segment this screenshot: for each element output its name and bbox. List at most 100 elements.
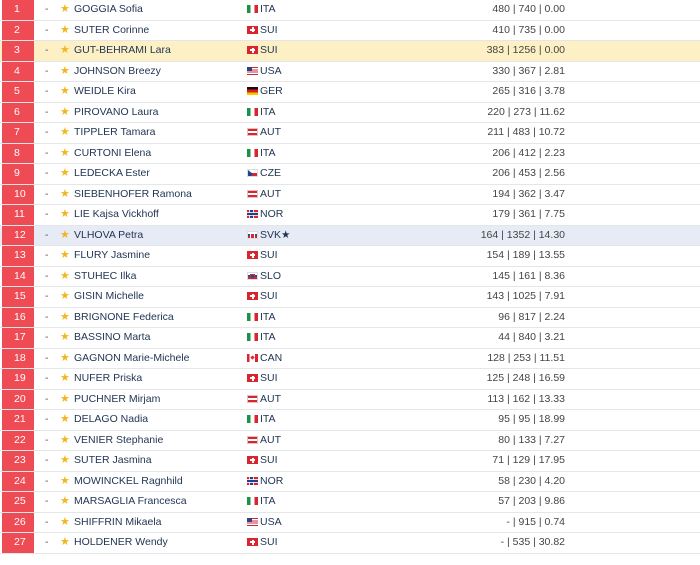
table-row[interactable]: 21 - ★ DELAGO Nadia ITA 95 | 95 | 18.99	[0, 410, 700, 431]
star-icon[interactable]: ★	[60, 103, 70, 123]
rank-badge: 16	[2, 307, 34, 327]
rank-change: -	[45, 167, 49, 179]
flag-svk-icon	[247, 230, 258, 239]
athlete-name[interactable]: WEIDLE Kira	[74, 82, 136, 102]
table-row[interactable]: 6 - ★ PIROVANO Laura ITA 220 | 273 | 11.…	[0, 102, 700, 123]
star-icon[interactable]: ★	[60, 205, 70, 225]
table-row[interactable]: 14 - ★ STUHEC Ilka SLO 145 | 161 | 8.36	[0, 266, 700, 287]
table-row[interactable]: 8 - ★ CURTONI Elena ITA 206 | 412 | 2.23	[0, 143, 700, 164]
table-row[interactable]: 19 - ★ NUFER Priska SUI 125 | 248 | 16.5…	[0, 369, 700, 390]
star-icon[interactable]: ★	[60, 41, 70, 61]
athlete-name[interactable]: SUTER Jasmina	[74, 451, 152, 471]
athlete-name[interactable]: MOWINCKEL Ragnhild	[74, 472, 183, 492]
athlete-name[interactable]: SUTER Corinne	[74, 21, 149, 41]
table-row[interactable]: 1 - ★ GOGGIA Sofia ITA 480 | 740 | 0.00	[0, 0, 700, 21]
athlete-name[interactable]: SIEBENHOFER Ramona	[74, 185, 192, 205]
nation-code: SUI	[260, 372, 278, 384]
table-row[interactable]: 3 - ★ GUT-BEHRAMI Lara SUI 383 | 1256 | …	[0, 41, 700, 62]
points-stats: 113 | 162 | 13.33	[487, 392, 565, 405]
points-stats: 58 | 230 | 4.20	[498, 474, 565, 487]
table-row[interactable]: 10 - ★ SIEBENHOFER Ramona AUT 194 | 362 …	[0, 184, 700, 205]
star-icon[interactable]: ★	[60, 82, 70, 102]
star-icon[interactable]: ★	[60, 21, 70, 41]
table-row[interactable]: 20 - ★ PUCHNER Mirjam AUT 113 | 162 | 13…	[0, 389, 700, 410]
star-icon[interactable]: ★	[60, 410, 70, 430]
star-icon[interactable]: ★	[60, 226, 70, 246]
points-stats: - | 915 | 0.74	[506, 515, 565, 528]
star-icon[interactable]: ★	[60, 0, 70, 20]
table-row[interactable]: 2 - ★ SUTER Corinne SUI 410 | 735 | 0.00	[0, 20, 700, 41]
star-icon[interactable]: ★	[60, 287, 70, 307]
table-row[interactable]: 22 - ★ VENIER Stephanie AUT 80 | 133 | 7…	[0, 430, 700, 451]
athlete-name[interactable]: HOLDENER Wendy	[74, 533, 168, 553]
rank-badge: 10	[2, 184, 34, 204]
table-row[interactable]: 17 - ★ BASSINO Marta ITA 44 | 840 | 3.21	[0, 328, 700, 349]
star-icon[interactable]: ★	[60, 369, 70, 389]
star-icon[interactable]: ★	[60, 513, 70, 533]
table-row[interactable]: 27 - ★ HOLDENER Wendy SUI - | 535 | 30.8…	[0, 533, 700, 554]
athlete-name[interactable]: SHIFFRIN Mikaela	[74, 513, 162, 533]
table-row[interactable]: 15 - ★ GISIN Michelle SUI 143 | 1025 | 7…	[0, 287, 700, 308]
flag-usa-icon	[247, 66, 258, 75]
star-icon[interactable]: ★	[60, 144, 70, 164]
star-icon[interactable]: ★	[60, 62, 70, 82]
rank-change: -	[45, 392, 49, 405]
athlete-name[interactable]: GISIN Michelle	[74, 287, 144, 307]
points-stats: 211 | 483 | 10.72	[487, 126, 565, 138]
table-row[interactable]: 5 - ★ WEIDLE Kira GER 265 | 316 | 3.78	[0, 82, 700, 103]
star-icon[interactable]: ★	[60, 267, 70, 287]
star-icon[interactable]: ★	[60, 431, 70, 451]
athlete-name[interactable]: MARSAGLIA Francesca	[74, 492, 187, 512]
athlete-name[interactable]: GAGNON Marie-Michele	[74, 349, 190, 369]
table-row[interactable]: 4 - ★ JOHNSON Breezy USA 330 | 367 | 2.8…	[0, 61, 700, 82]
rank-badge: 26	[2, 512, 34, 532]
athlete-name[interactable]: CURTONI Elena	[74, 144, 151, 164]
athlete-name[interactable]: BRIGNONE Federica	[74, 308, 174, 328]
athlete-name[interactable]: FLURY Jasmine	[74, 246, 150, 266]
star-icon[interactable]: ★	[60, 308, 70, 328]
athlete-name[interactable]: BASSINO Marta	[74, 328, 150, 348]
athlete-name[interactable]: JOHNSON Breezy	[74, 62, 161, 82]
table-row[interactable]: 9 - ★ LEDECKA Ester CZE 206 | 453 | 2.56	[0, 164, 700, 185]
athlete-name[interactable]: LEDECKA Ester	[74, 164, 150, 184]
table-row[interactable]: 11 - ★ LIE Kajsa Vickhoff NOR 179 | 361 …	[0, 205, 700, 226]
star-icon[interactable]: ★	[60, 328, 70, 348]
athlete-name[interactable]: GUT-BEHRAMI Lara	[74, 41, 171, 61]
athlete-name[interactable]: TIPPLER Tamara	[74, 123, 156, 143]
athlete-name[interactable]: DELAGO Nadia	[74, 410, 148, 430]
rank-change: -	[45, 413, 49, 425]
star-icon[interactable]: ★	[60, 123, 70, 143]
table-row[interactable]: 24 - ★ MOWINCKEL Ragnhild NOR 58 | 230 |…	[0, 471, 700, 492]
athlete-name[interactable]: STUHEC Ilka	[74, 267, 136, 287]
star-icon[interactable]: ★	[60, 472, 70, 492]
rank-change: -	[45, 228, 49, 241]
star-icon[interactable]: ★	[60, 390, 70, 410]
table-row[interactable]: 23 - ★ SUTER Jasmina SUI 71 | 129 | 17.9…	[0, 451, 700, 472]
nation-code: ITA	[260, 105, 276, 118]
athlete-name[interactable]: VENIER Stephanie	[74, 431, 163, 451]
table-row[interactable]: 18 - ★ GAGNON Marie-Michele CAN 128 | 25…	[0, 348, 700, 369]
rank-change: -	[45, 105, 49, 118]
athlete-name[interactable]: PIROVANO Laura	[74, 103, 158, 123]
table-row[interactable]: 25 - ★ MARSAGLIA Francesca ITA 57 | 203 …	[0, 492, 700, 513]
star-icon[interactable]: ★	[60, 246, 70, 266]
table-row[interactable]: 12 - ★ VLHOVA Petra SVK★ 164 | 1352 | 14…	[0, 225, 700, 246]
athlete-name[interactable]: LIE Kajsa Vickhoff	[74, 205, 159, 225]
athlete-name[interactable]: NUFER Priska	[74, 369, 142, 389]
table-row[interactable]: 13 - ★ FLURY Jasmine SUI 154 | 189 | 13.…	[0, 246, 700, 267]
star-icon[interactable]: ★	[60, 451, 70, 471]
star-icon[interactable]: ★	[60, 349, 70, 369]
star-icon[interactable]: ★	[60, 185, 70, 205]
points-stats: 206 | 412 | 2.23	[492, 146, 565, 159]
star-icon[interactable]: ★	[60, 164, 70, 184]
athlete-name[interactable]: GOGGIA Sofia	[74, 0, 143, 20]
points-stats: 480 | 740 | 0.00	[492, 3, 565, 15]
table-row[interactable]: 16 - ★ BRIGNONE Federica ITA 96 | 817 | …	[0, 307, 700, 328]
athlete-name[interactable]: PUCHNER Mirjam	[74, 390, 160, 410]
star-icon[interactable]: ★	[60, 492, 70, 512]
rank-badge: 19	[2, 369, 34, 389]
table-row[interactable]: 26 - ★ SHIFFRIN Mikaela USA - | 915 | 0.…	[0, 512, 700, 533]
table-row[interactable]: 7 - ★ TIPPLER Tamara AUT 211 | 483 | 10.…	[0, 123, 700, 144]
athlete-name[interactable]: VLHOVA Petra	[74, 226, 143, 246]
star-icon[interactable]: ★	[60, 533, 70, 553]
